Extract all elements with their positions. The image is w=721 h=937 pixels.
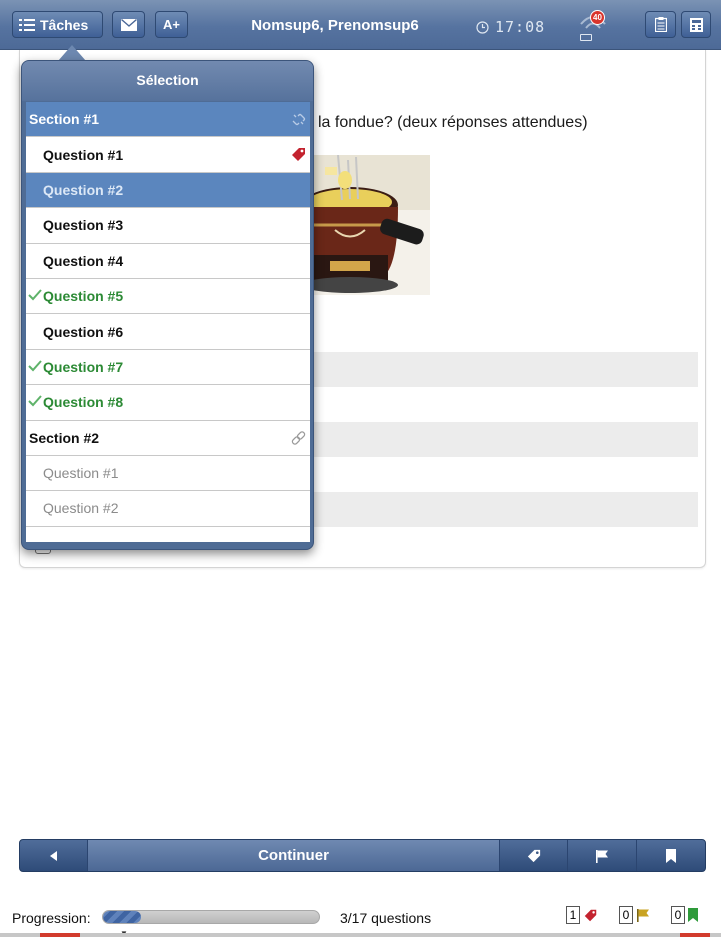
tag-icon — [292, 148, 305, 162]
question-label: Question #6 — [43, 323, 124, 340]
tagged-count-value: 1 — [566, 906, 580, 924]
bookmarked-count: 0 — [671, 905, 698, 925]
section-label: Section #2 — [29, 429, 100, 446]
calculator-button[interactable] — [681, 11, 711, 38]
envelope-icon — [120, 18, 137, 31]
checkmark-icon — [28, 395, 42, 407]
tag-icon — [584, 909, 597, 921]
arrow-left-icon — [49, 850, 57, 861]
answer-row[interactable] — [300, 492, 698, 527]
unlink-icon — [292, 113, 306, 126]
tasks-button[interactable]: Tâches — [12, 11, 103, 38]
tasks-button-label: Tâches — [40, 16, 89, 33]
flagged-count-value: 0 — [619, 906, 633, 924]
section-item[interactable]: Section #2 — [26, 420, 310, 456]
tag-button[interactable] — [500, 840, 568, 871]
tagged-count: 1 — [566, 905, 598, 925]
flag-button[interactable] — [568, 840, 637, 871]
bookmark-icon — [666, 848, 676, 863]
bookmarked-count-value: 0 — [671, 906, 685, 924]
selection-popover: Sélection Section #1 Question #1 Questio… — [21, 60, 314, 550]
answer-row[interactable] — [300, 422, 698, 457]
list-item[interactable]: Question #3 — [26, 208, 310, 244]
battery-icon — [580, 34, 592, 41]
user-name: Nomsup6, Prenomsup6 — [251, 17, 419, 34]
link-icon — [291, 430, 306, 445]
notes-button[interactable] — [645, 11, 676, 38]
bookmark-button[interactable] — [637, 840, 705, 871]
clipboard-icon — [654, 17, 667, 32]
continue-button[interactable]: Continuer — [87, 840, 500, 871]
question-label: Question #1 — [43, 465, 119, 482]
mail-button[interactable] — [112, 11, 145, 38]
fondue-image — [300, 155, 430, 295]
flagged-count: 0 — [619, 905, 650, 925]
flag-icon — [596, 849, 608, 863]
section-item[interactable]: Section #1 — [26, 102, 310, 138]
list-icon — [19, 18, 35, 31]
checkmark-icon — [28, 289, 42, 301]
list-item[interactable]: Question #2 — [26, 172, 310, 209]
list-item[interactable]: Question #2 — [26, 491, 310, 527]
question-label: Question #7 — [43, 358, 124, 375]
bottom-edge — [0, 933, 721, 937]
question-list: Section #1 Question #1 Question #2 Quest… — [26, 102, 310, 542]
list-item[interactable]: Question #6 — [26, 314, 310, 350]
list-item[interactable]: Question #1 — [26, 455, 310, 492]
list-item[interactable]: Question #4 — [26, 243, 310, 279]
question-label: Question #2 — [43, 500, 119, 517]
popover-title: Sélection — [22, 61, 313, 101]
question-label: Question #3 — [43, 217, 124, 234]
progress-count: 3/17 questions — [340, 910, 432, 926]
previous-button[interactable] — [20, 840, 87, 871]
list-item[interactable]: Question #1 — [26, 137, 310, 173]
popover-arrow — [58, 45, 86, 61]
calculator-icon — [689, 17, 703, 32]
list-item[interactable]: Question #7 — [26, 349, 310, 386]
answer-row[interactable] — [300, 352, 698, 387]
question-label: Question #2 — [43, 181, 124, 198]
bookmark-icon — [688, 908, 698, 922]
question-label: Question #1 — [43, 146, 124, 163]
list-item[interactable]: Question #8 — [26, 385, 310, 421]
progress-fill — [103, 911, 142, 923]
checkmark-icon — [28, 360, 42, 372]
font-size-button[interactable]: A+ — [155, 11, 188, 38]
question-text: la fondue? (deux réponses attendues) — [318, 114, 588, 131]
notification-badge: 40 — [590, 10, 605, 25]
timer: 17:08 — [476, 18, 545, 36]
question-label: Question #5 — [43, 288, 124, 305]
list-item[interactable]: Question #5 — [26, 278, 310, 315]
progress-label: Progression: — [12, 910, 91, 926]
section-label: Section #1 — [29, 111, 100, 128]
top-bar: Tâches A+ Nomsup6, Prenomsup6 17:08 40 — [0, 0, 721, 50]
question-label: Question #4 — [43, 252, 124, 269]
tag-icon — [527, 849, 540, 862]
timer-value: 17:08 — [495, 18, 546, 36]
clock-icon — [476, 20, 489, 34]
flag-icon — [637, 909, 649, 922]
question-label: Question #8 — [43, 394, 124, 411]
bottom-nav: Continuer — [19, 839, 706, 872]
progress-bar — [102, 910, 320, 924]
